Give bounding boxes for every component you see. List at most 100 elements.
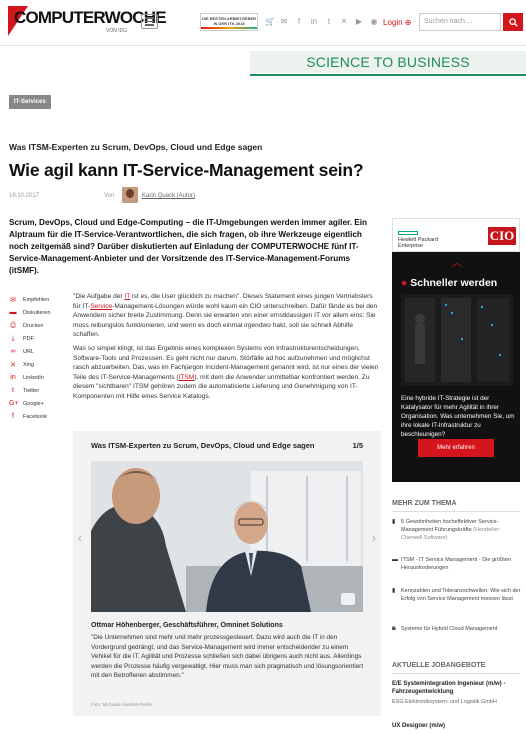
article-icon: ▬ — [392, 557, 398, 563]
camera-icon: ◙ — [392, 626, 396, 632]
glossary-link-service[interactable]: Service — [90, 303, 112, 310]
jobs-heading: AKTUELLE JOBANGEBOTE — [392, 662, 486, 669]
share-label: Xing — [23, 361, 35, 368]
share-item-facebook[interactable]: f Facebook — [9, 410, 61, 423]
ad-header: Hewlett Packard Enterprise CIO — [392, 218, 520, 252]
job-title-link[interactable]: E/E Systemintegration Ingenieur (m/w) - … — [392, 680, 522, 696]
ad-body-text: Eine hybride IT-Strategie ist der Kataly… — [401, 395, 515, 438]
share-item-twitter[interactable]: t Twitter — [9, 384, 61, 397]
share-label: PDF — [23, 335, 34, 342]
author-link[interactable]: Karin Quack (Autor) — [142, 193, 195, 199]
author-prefix: Von — [104, 193, 115, 199]
paragraph-2: Was so simpel klingt, ist das Ergebnis e… — [73, 344, 379, 400]
hpe-logo-text: Hewlett Packard Enterprise — [398, 237, 439, 249]
paragraph-1: "Die Aufgabe der IT ist es, die User glü… — [73, 293, 378, 339]
share-item-xing[interactable]: ✕ Xing — [9, 358, 61, 371]
share-item-empfehlen[interactable]: ✉ Empfehlen — [9, 293, 61, 306]
pdf-icon: ⤓ — [11, 334, 15, 342]
author-avatar[interactable] — [122, 187, 138, 203]
comment-icon: ▬ — [9, 309, 17, 316]
login-link[interactable]: Login ⊕ — [383, 18, 412, 27]
mail-icon: ✉ — [10, 296, 16, 304]
cio-logo: CIO — [488, 227, 516, 245]
article-date: 19.10.2017 — [9, 193, 40, 199]
gallery-next-icon[interactable]: › — [372, 531, 376, 545]
article-title: Wie agil kann IT-Service-Management sein… — [9, 160, 364, 180]
glossary-link-itsm[interactable]: ITSM — [179, 374, 195, 381]
science-to-business-underline — [250, 74, 526, 76]
facebook-icon[interactable]: f — [295, 17, 303, 26]
gallery-prev-icon[interactable]: ‹ — [78, 531, 82, 545]
hamburger-menu-icon[interactable] — [141, 14, 158, 29]
share-label: Twitter — [23, 387, 40, 394]
ad-cta-button[interactable]: Mehr erfahren — [418, 439, 494, 457]
computerwoche-logo[interactable]: COMPUTERWOCHE VON IDG — [8, 6, 167, 36]
rss-icon[interactable]: ◉ — [370, 17, 378, 26]
ad-server-image — [401, 294, 513, 386]
document-icon: ▮ — [392, 519, 396, 525]
chevron-up-icon: ︿ — [452, 258, 462, 269]
advertisement-hpe[interactable]: Hewlett Packard Enterprise CIO ︿ ● Schne… — [392, 218, 520, 482]
login-label: Login — [383, 18, 403, 27]
share-label: LinkedIn — [23, 374, 44, 381]
related-item[interactable]: ◙ Systeme für Hybrid Cloud Management — [392, 625, 522, 633]
mail-icon[interactable]: ✉ — [280, 17, 288, 26]
link-icon: ∞ — [10, 348, 16, 355]
share-item-googleplus[interactable]: G+ Google+ — [9, 397, 61, 410]
share-item-diskutieren[interactable]: ▬ Diskutieren — [9, 306, 61, 319]
share-label: Facebook — [23, 413, 48, 420]
science-to-business-link[interactable]: SCIENCE TO BUSINESS — [250, 51, 526, 73]
share-label: Drucken — [23, 322, 44, 329]
search-button[interactable] — [503, 13, 523, 31]
gallery-caption: "Die Unternehmen sind mehr und mehr proz… — [91, 634, 364, 680]
more-topic-heading: MEHR ZUM THEMA — [392, 500, 457, 507]
youtube-icon[interactable]: ▶ — [355, 17, 363, 26]
twitter-icon: t — [12, 387, 14, 394]
print-icon: ⎙ — [10, 321, 16, 329]
related-item[interactable]: ▮ Kennzahlen und Toleranzschwellen: Wie … — [392, 587, 522, 603]
related-item[interactable]: ▮ 5 Gewohnheiten hocheffektiver Service-… — [392, 518, 522, 542]
linkedin-icon[interactable]: in — [310, 17, 318, 26]
image-gallery: Was ITSM-Experten zu Scrum, DevOps, Clou… — [73, 431, 381, 716]
xing-icon[interactable]: ✕ — [340, 17, 348, 26]
gallery-counter: 1/5 — [352, 441, 363, 450]
related-item[interactable]: ▬ ITSM - IT Service Management - Die grö… — [392, 556, 522, 572]
article-kicker: Was ITSM-Experten zu Scrum, DevOps, Clou… — [9, 142, 263, 152]
search-icon — [508, 17, 518, 27]
cart-icon[interactable]: 🛒 — [265, 17, 275, 26]
facebook-icon: f — [12, 413, 14, 420]
category-tag[interactable]: IT-Services — [9, 95, 51, 109]
gallery-caption-title: Ottmar Höhenberger, Geschäftsführer, Omn… — [91, 622, 283, 629]
divider — [392, 673, 520, 674]
header-icon-row: 🛒 ✉ f in t ✕ ▶ ◉ — [265, 17, 378, 26]
job-company: ESG Elektroniksystem- und Logistik GmbH — [392, 699, 497, 705]
divider — [392, 511, 520, 512]
search-input[interactable]: Suchen nach ... — [419, 13, 501, 31]
job-title-link[interactable]: UX Designer (m/w) — [392, 722, 522, 730]
gallery-title: Was ITSM-Experten zu Scrum, DevOps, Clou… — [91, 441, 315, 450]
logo-subtitle: VON IDG — [106, 28, 128, 34]
share-label: URL — [23, 348, 35, 355]
hpe-logo-icon — [398, 231, 418, 235]
share-label: Empfehlen — [23, 296, 50, 303]
article-intro: Scrum, DevOps, Cloud und Edge-Computing … — [9, 218, 368, 275]
award-badge[interactable]: DIE BESTEN ARBEITGEBER IN DER ITK 2018 — [200, 13, 258, 31]
share-bar: ✉ Empfehlen ▬ Diskutieren ⎙ Drucken ⤓ PDF ∞ U… — [9, 293, 61, 423]
ad-headline: ● Schneller werden — [401, 277, 498, 289]
share-label: Google+ — [23, 400, 44, 407]
linkedin-icon: in — [10, 374, 16, 381]
article-body: "Die Aufgabe der IT ist es, die User glü… — [73, 292, 381, 406]
gallery-photo[interactable] — [91, 461, 363, 612]
share-item-drucken[interactable]: ⎙ Drucken — [9, 319, 61, 332]
share-label: Diskutieren — [23, 309, 51, 316]
share-item-pdf[interactable]: ⤓ PDF — [9, 332, 61, 345]
googleplus-icon: G+ — [9, 400, 19, 407]
site-header: COMPUTERWOCHE VON IDG DIE BESTEN ARBEITG… — [0, 0, 526, 46]
share-item-linkedin[interactable]: in LinkedIn — [9, 371, 61, 384]
twitter-icon[interactable]: t — [325, 17, 333, 26]
document-icon: ▮ — [392, 588, 396, 594]
award-line-2: IN DER ITK 2018 — [213, 21, 245, 26]
share-item-url[interactable]: ∞ URL — [9, 345, 61, 358]
xing-icon: ✕ — [10, 361, 16, 369]
gallery-photo-credit: Foto: Michaela Handrek-Rehle — [91, 702, 153, 707]
